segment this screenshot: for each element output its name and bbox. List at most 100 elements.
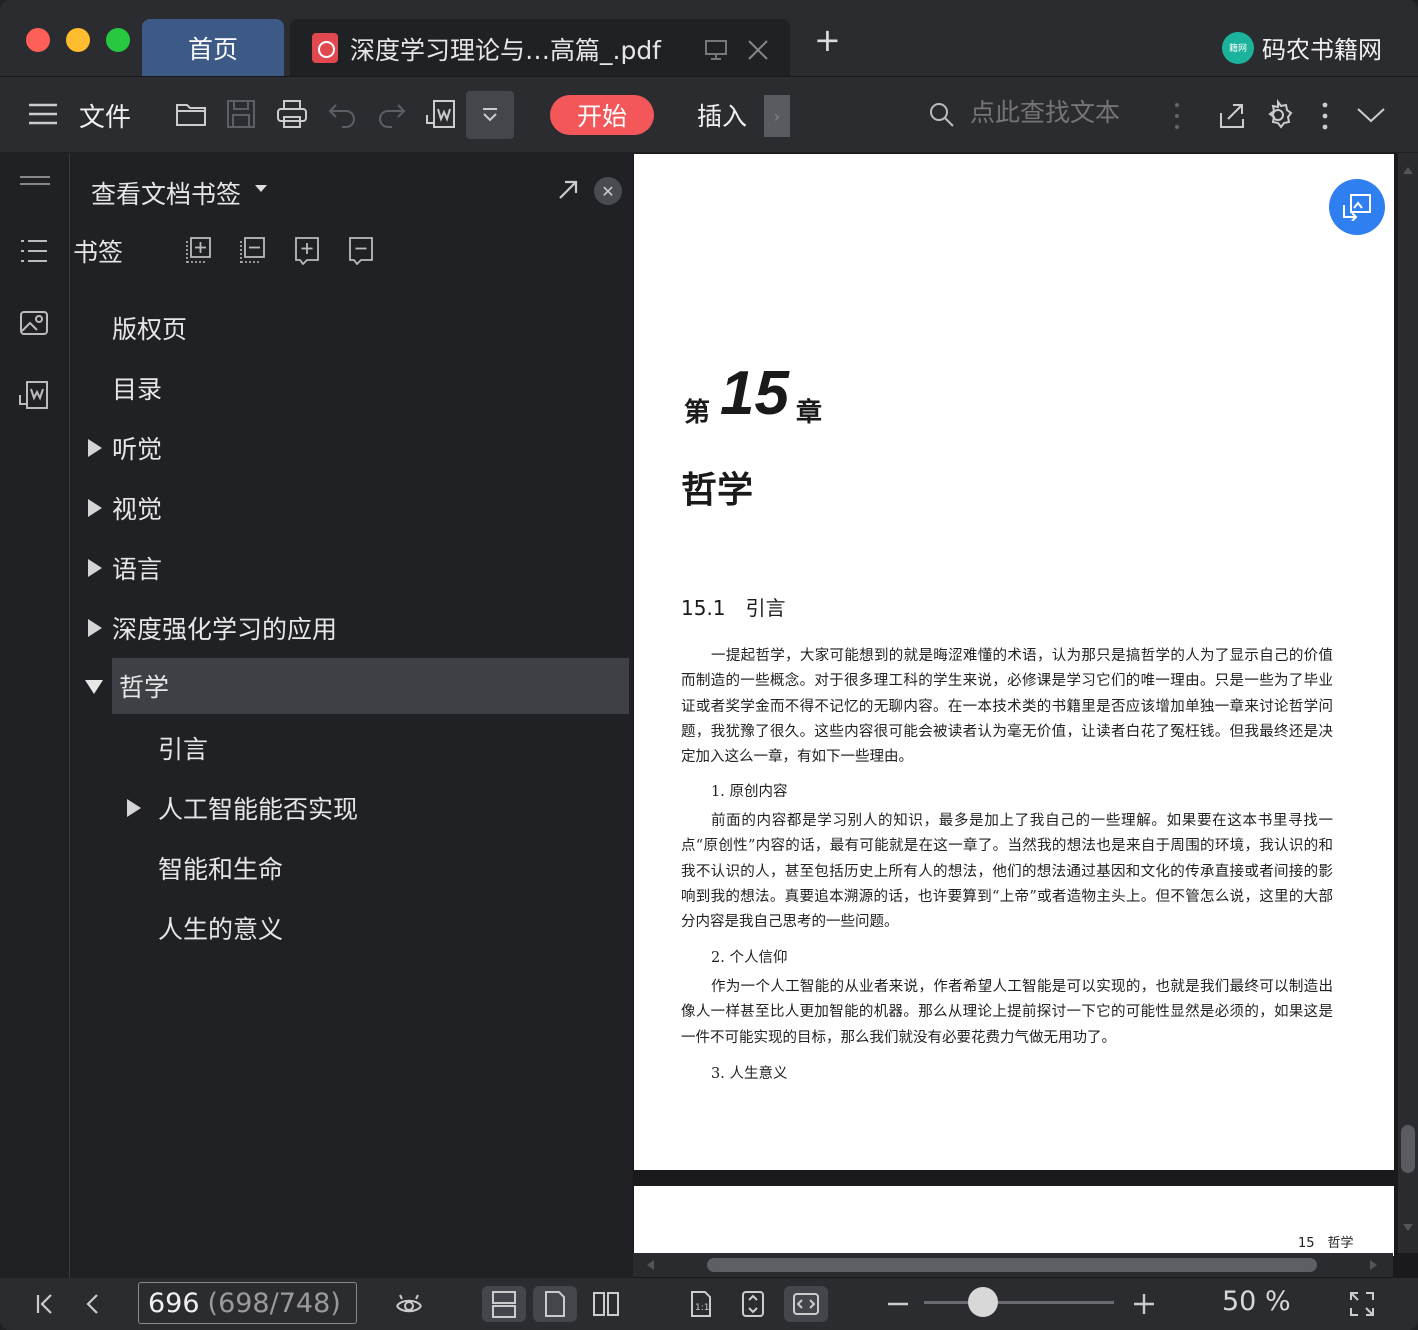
chapter-number: 15 (720, 359, 789, 428)
single-page-view-icon[interactable] (533, 1286, 577, 1322)
bookmark-item-label: 哲学 (119, 673, 170, 702)
more-vertical-icon[interactable] (1172, 101, 1182, 131)
previous-page-icon[interactable] (75, 1286, 111, 1322)
vertical-scrollbar[interactable] (1398, 153, 1418, 1253)
fit-width-icon[interactable] (784, 1286, 828, 1322)
remove-bookmark-page-icon[interactable] (347, 235, 375, 265)
tab-document-title: 深度学习理论与…高篇_.pdf (350, 36, 661, 65)
redo-icon[interactable] (374, 97, 408, 131)
more-options-icon[interactable] (1320, 101, 1330, 131)
zoom-slider-knob[interactable] (968, 1287, 998, 1317)
brand-name: 码农书籍网 (1262, 36, 1382, 64)
expand-arrow-icon[interactable] (88, 499, 102, 517)
fit-page-icon[interactable] (735, 1286, 771, 1322)
undo-icon[interactable] (326, 97, 360, 131)
zoom-in-icon[interactable] (1126, 1286, 1162, 1322)
page-footer: 15 哲学 (1298, 1236, 1354, 1251)
zoom-slider-track[interactable] (924, 1301, 1114, 1304)
collapse-arrow-icon[interactable] (85, 680, 103, 694)
current-page: 696 (148, 1287, 200, 1319)
file-menu[interactable]: 文件 (79, 97, 131, 134)
bookmark-panel: 查看文档书签 ✕ 书签 版权页 目录 听觉 视觉 语言 深度强化学习的应用 哲学… (71, 153, 632, 1278)
tab-home[interactable]: 首页 (142, 19, 284, 76)
floating-convert-button[interactable] (1329, 179, 1385, 235)
tab-document[interactable]: 深度学习理论与…高篇_.pdf (290, 19, 790, 76)
first-page-icon[interactable] (27, 1286, 63, 1322)
bookmark-item-deep-rl[interactable]: 深度强化学习的应用 (112, 600, 337, 656)
bookmark-list-icon[interactable] (18, 235, 50, 267)
expand-arrow-icon[interactable] (88, 619, 102, 637)
zoom-out-icon[interactable] (880, 1286, 916, 1322)
scroll-left-icon[interactable] (645, 1259, 655, 1271)
close-tab-icon[interactable] (747, 39, 769, 61)
bookmark-item-intro[interactable]: 引言 (158, 720, 208, 776)
save-icon[interactable] (224, 97, 258, 131)
expand-arrow-icon[interactable] (88, 559, 102, 577)
paragraph: 作为一个人工智能的从业者来说，作者希望人工智能是可以实现的，也就是我们最终可以制… (681, 979, 1333, 1046)
panel-title-dropdown-icon[interactable] (255, 185, 267, 192)
bookmark-item-intelligence-life[interactable]: 智能和生命 (158, 840, 283, 896)
continuous-scroll-view-icon[interactable] (482, 1286, 526, 1322)
actual-size-icon[interactable]: 1:1 (683, 1286, 719, 1322)
remove-bookmark-icon[interactable] (239, 235, 267, 265)
expand-arrow-icon[interactable] (127, 799, 141, 817)
bookmark-item-hearing[interactable]: 听觉 (112, 420, 162, 476)
open-folder-icon[interactable] (174, 97, 208, 131)
bookmark-item-vision[interactable]: 视觉 (112, 480, 162, 536)
sidebar-rail (0, 153, 70, 1278)
tab-start[interactable]: 开始 (550, 95, 654, 135)
maximize-window-button[interactable] (106, 28, 130, 52)
two-page-view-icon[interactable] (588, 1286, 624, 1322)
fullscreen-icon[interactable] (1344, 1286, 1380, 1322)
scroll-up-icon[interactable] (1402, 165, 1414, 175)
collapse-handle-icon[interactable] (18, 173, 52, 189)
panel-title[interactable]: 查看文档书签 (91, 175, 241, 211)
horizontal-scroll-thumb[interactable] (707, 1258, 1317, 1272)
app-window: 首页 深度学习理论与…高篇_.pdf + 籍网 码农书籍网 文件 开始 插入 ›… (0, 0, 1418, 1330)
collapse-ribbon-chevron-icon[interactable] (1356, 105, 1386, 125)
chapter-title: 哲学 (681, 469, 754, 511)
settings-gear-icon[interactable] (1262, 99, 1294, 131)
eye-protection-icon[interactable] (391, 1286, 427, 1322)
expand-arrow-icon[interactable] (88, 439, 102, 457)
brand[interactable]: 籍网 码农书籍网 (1222, 30, 1382, 65)
horizontal-scrollbar[interactable] (633, 1253, 1393, 1277)
title-bar: 首页 深度学习理论与…高篇_.pdf + 籍网 码农书籍网 (0, 0, 1418, 76)
add-bookmark-page-icon[interactable] (293, 235, 321, 265)
more-tools-dropdown[interactable] (466, 91, 514, 139)
bookmark-item-language[interactable]: 语言 (112, 540, 162, 596)
document-view[interactable]: 第 15 章 哲学 15.1 引言 一提起哲学，大家可能想到的就是晦涩难懂的术语… (633, 153, 1418, 1278)
search-icon[interactable] (928, 101, 956, 129)
hamburger-menu-icon[interactable] (26, 97, 60, 131)
scroll-down-icon[interactable] (1402, 1223, 1414, 1233)
svg-text:1:1: 1:1 (695, 1303, 709, 1313)
popout-panel-icon[interactable] (557, 179, 579, 201)
minimize-window-button[interactable] (66, 28, 90, 52)
page-total: (698/748) (207, 1287, 341, 1319)
add-bookmark-icon[interactable] (185, 235, 213, 265)
scroll-ribbon-right-button[interactable]: › (764, 95, 790, 137)
print-icon[interactable] (275, 97, 309, 131)
tab-insert[interactable]: 插入 (697, 97, 747, 133)
bookmark-item-meaning-of-life[interactable]: 人生的意义 (158, 900, 283, 956)
add-tab-button[interactable]: + (814, 24, 841, 56)
convert-icon[interactable] (18, 379, 50, 411)
close-window-button[interactable] (26, 28, 50, 52)
monitor-icon[interactable] (704, 39, 728, 61)
bookmark-item-copyright[interactable]: 版权页 (112, 300, 187, 356)
paragraph: 前面的内容都是学习别人的知识，最多是加上了我自己的一些理解。如果要在这本书里寻找… (681, 813, 1333, 931)
pdf-to-word-icon[interactable] (424, 97, 458, 131)
zoom-level[interactable]: 50 % (1222, 1286, 1291, 1317)
pdf-page-next: 15 哲学 (634, 1186, 1394, 1256)
bookmark-item-philosophy[interactable]: 哲学 (112, 658, 629, 714)
section-heading: 15.1 引言 (681, 596, 786, 620)
bookmark-item-ai-possible[interactable]: 人工智能能否实现 (158, 780, 358, 836)
scroll-right-icon[interactable] (1369, 1259, 1379, 1271)
status-bar: 696 (698/748) 1:1 50 % (0, 1278, 1418, 1330)
thumbnail-image-icon[interactable] (18, 307, 50, 339)
close-panel-icon[interactable]: ✕ (594, 177, 622, 205)
page-number-input[interactable]: 696 (698/748) (138, 1282, 357, 1324)
vertical-scroll-thumb[interactable] (1401, 1125, 1415, 1173)
bookmark-item-toc[interactable]: 目录 (112, 360, 162, 416)
share-icon[interactable] (1216, 99, 1248, 131)
